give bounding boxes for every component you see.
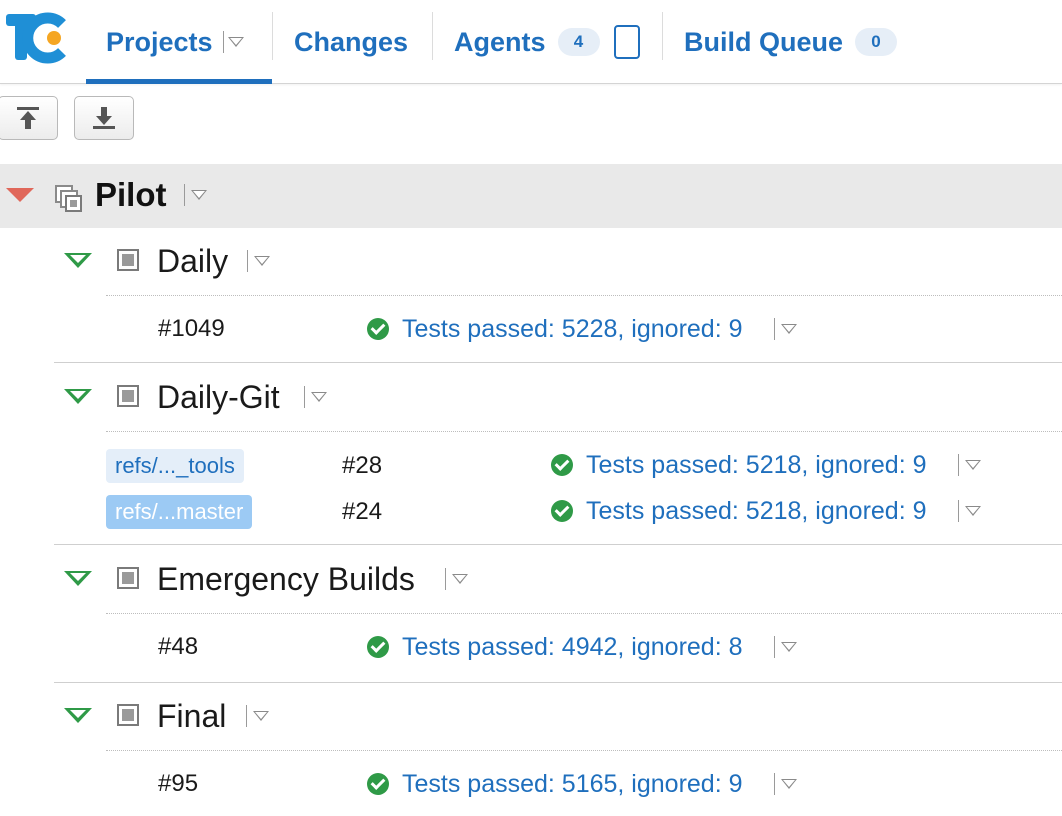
project-icon bbox=[55, 185, 82, 212]
tab-changes[interactable]: Changes bbox=[294, 0, 408, 84]
build-status-menu[interactable] bbox=[958, 452, 981, 478]
chevron-down-icon[interactable] bbox=[965, 460, 981, 470]
success-icon bbox=[551, 454, 573, 476]
chevron-down-icon[interactable] bbox=[254, 256, 270, 266]
chevron-down-icon[interactable] bbox=[781, 779, 797, 789]
teamcity-logo[interactable] bbox=[4, 8, 68, 66]
build-status-menu[interactable] bbox=[774, 316, 797, 342]
build-config-menu[interactable] bbox=[304, 384, 327, 410]
divider bbox=[54, 362, 1062, 363]
build-status-link[interactable]: Tests passed: 5218, ignored: 9 bbox=[586, 450, 927, 480]
divider bbox=[54, 682, 1062, 683]
build-number[interactable]: #28 bbox=[342, 451, 382, 481]
nav-divider bbox=[272, 12, 273, 60]
build-config-name[interactable]: Daily bbox=[157, 241, 228, 281]
expand-arrow-icon[interactable] bbox=[64, 708, 92, 723]
separator bbox=[247, 250, 248, 272]
chevron-down-icon[interactable] bbox=[227, 37, 244, 47]
expand-arrow-icon[interactable] bbox=[64, 571, 92, 586]
separator bbox=[958, 454, 959, 476]
expand-arrow-icon[interactable] bbox=[64, 389, 92, 404]
build-status-menu[interactable] bbox=[774, 771, 797, 797]
top-navigation: Projects Changes Agents 4 Build Queue 0 bbox=[0, 0, 1062, 84]
tab-agents-label: Agents bbox=[454, 26, 546, 57]
success-icon bbox=[367, 636, 389, 658]
divider bbox=[106, 295, 1062, 296]
build-status-link[interactable]: Tests passed: 5228, ignored: 9 bbox=[402, 314, 743, 344]
build-config-icon bbox=[117, 385, 139, 407]
build-number[interactable]: #48 bbox=[158, 632, 198, 662]
agents-count-badge: 4 bbox=[557, 28, 600, 56]
expand-all-icon bbox=[93, 107, 115, 129]
branch-label[interactable]: refs/..._tools bbox=[106, 449, 244, 483]
tab-build-queue[interactable]: Build Queue 0 bbox=[684, 0, 898, 84]
expand-all-button[interactable] bbox=[74, 96, 134, 140]
build-number[interactable]: #1049 bbox=[158, 314, 225, 344]
build-status-link[interactable]: Tests passed: 5165, ignored: 9 bbox=[402, 769, 743, 799]
build-config-name[interactable]: Emergency Builds bbox=[157, 559, 415, 599]
tab-projects-label: Projects bbox=[106, 26, 213, 57]
separator bbox=[304, 386, 305, 408]
project-title[interactable]: Pilot bbox=[95, 175, 167, 215]
build-status-link[interactable]: Tests passed: 4942, ignored: 8 bbox=[402, 632, 743, 662]
expand-arrow-icon[interactable] bbox=[64, 253, 92, 268]
tab-changes-label: Changes bbox=[294, 26, 409, 57]
nav-divider bbox=[662, 12, 663, 60]
build-status-menu[interactable] bbox=[774, 634, 797, 660]
tab-agents[interactable]: Agents 4 bbox=[454, 0, 640, 84]
build-config-icon bbox=[117, 704, 139, 726]
success-icon bbox=[367, 318, 389, 340]
build-config-name[interactable]: Daily-Git bbox=[157, 377, 280, 417]
separator bbox=[222, 31, 224, 53]
divider bbox=[106, 431, 1062, 432]
build-config-name[interactable]: Final bbox=[157, 696, 226, 736]
build-config-icon bbox=[117, 567, 139, 589]
build-config-menu[interactable] bbox=[445, 566, 468, 592]
build-queue-count-badge: 0 bbox=[855, 28, 898, 56]
build-config-menu[interactable] bbox=[247, 248, 270, 274]
separator bbox=[958, 500, 959, 522]
agent-icon[interactable] bbox=[613, 25, 640, 59]
chevron-down-icon[interactable] bbox=[781, 642, 797, 652]
chevron-down-icon[interactable] bbox=[781, 324, 797, 334]
build-number[interactable]: #95 bbox=[158, 769, 198, 799]
divider bbox=[54, 544, 1062, 545]
chevron-down-icon[interactable] bbox=[965, 506, 981, 516]
divider bbox=[106, 750, 1062, 751]
chevron-down-icon[interactable] bbox=[452, 574, 468, 584]
tab-build-queue-label: Build Queue bbox=[684, 26, 844, 57]
project-menu[interactable] bbox=[184, 182, 207, 208]
success-icon bbox=[367, 773, 389, 795]
chevron-down-icon[interactable] bbox=[311, 392, 327, 402]
separator bbox=[774, 318, 775, 340]
nav-divider bbox=[432, 12, 433, 60]
separator bbox=[445, 568, 446, 590]
separator bbox=[184, 184, 185, 206]
collapse-all-button[interactable] bbox=[0, 96, 58, 140]
chevron-down-icon[interactable] bbox=[253, 711, 269, 721]
build-config-icon bbox=[117, 249, 139, 271]
separator bbox=[246, 705, 247, 727]
collapse-all-icon bbox=[17, 107, 39, 129]
build-status-link[interactable]: Tests passed: 5218, ignored: 9 bbox=[586, 496, 927, 526]
tab-projects[interactable]: Projects bbox=[86, 0, 272, 84]
build-config-menu[interactable] bbox=[246, 703, 269, 729]
success-icon bbox=[551, 500, 573, 522]
divider bbox=[106, 613, 1062, 614]
build-status-menu[interactable] bbox=[958, 498, 981, 524]
separator bbox=[774, 773, 775, 795]
build-number[interactable]: #24 bbox=[342, 497, 382, 527]
chevron-down-icon[interactable] bbox=[191, 190, 207, 200]
separator bbox=[774, 636, 775, 658]
collapse-arrow-icon[interactable] bbox=[6, 188, 34, 202]
branch-label[interactable]: refs/...master bbox=[106, 495, 253, 529]
